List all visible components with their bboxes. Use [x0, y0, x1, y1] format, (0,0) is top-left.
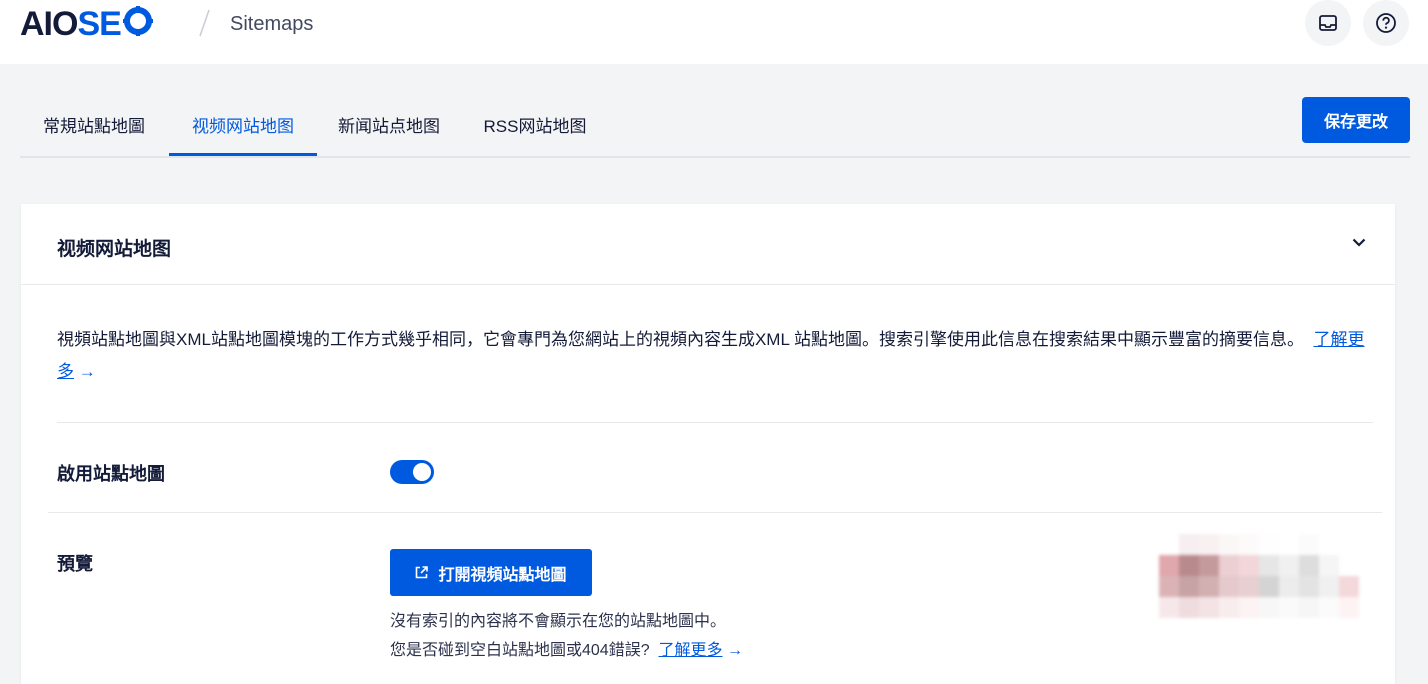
- breadcrumb-separator: [199, 9, 210, 37]
- description-text: 視頻站點地圖與XML站點地圖模塊的工作方式幾乎相同，它會專門為您網站上的視頻內容…: [57, 330, 1304, 349]
- top-bar: AIO SE Sitemaps: [0, 0, 1428, 64]
- enable-sitemap-label: 啟用站點地圖: [57, 464, 165, 484]
- enable-sitemap-toggle[interactable]: [390, 460, 434, 484]
- learn-more-link-2[interactable]: 了解更多: [659, 642, 723, 659]
- open-video-sitemap-label: 打開視頻站點地圖: [438, 566, 567, 584]
- tab-rss-sitemap[interactable]: RSS网站地图: [466, 98, 604, 156]
- tab-general-sitemap[interactable]: 常規站點地圖: [20, 98, 168, 156]
- card-description: 視頻站點地圖與XML站點地圖模塊的工作方式幾乎相同，它會專門為您網站上的視頻內容…: [57, 324, 1367, 388]
- card-header[interactable]: 视频网站地图: [21, 204, 1395, 285]
- preview-label: 預覽: [57, 554, 93, 574]
- logo-text-right: SE: [77, 5, 121, 43]
- blank-sitemap-question: 您是否碰到空白站點地圖或404錯誤?: [390, 642, 650, 659]
- blank-sitemap-note: 您是否碰到空白站點地圖或404錯誤? 了解更多 →: [390, 640, 743, 662]
- divider: [57, 422, 1373, 423]
- inbox-icon: [1319, 15, 1337, 31]
- logo-text-left: AIO: [20, 5, 78, 43]
- arrow-right-icon: →: [78, 362, 96, 381]
- tab-news-sitemap[interactable]: 新闻站点地图: [318, 98, 460, 156]
- no-index-note: 沒有索引的內容將不會顯示在您的站點地圖中。: [390, 613, 727, 630]
- pixelated-region: [1159, 534, 1359, 619]
- notifications-button[interactable]: [1305, 0, 1351, 46]
- toggle-knob: [413, 463, 431, 481]
- gear-icon: [122, 6, 153, 42]
- video-sitemap-card: 视频网站地图 視頻站點地圖與XML站點地圖模塊的工作方式幾乎相同，它會專門為您網…: [21, 204, 1395, 684]
- sitemap-tabs: 常規站點地圖 视频网站地图 新闻站点地图 RSS网站地图: [20, 98, 1410, 158]
- card-title: 视频网站地图: [57, 239, 172, 260]
- tab-video-sitemap[interactable]: 视频网站地图: [169, 98, 317, 156]
- help-icon: [1376, 13, 1396, 33]
- save-changes-button[interactable]: 保存更改: [1302, 97, 1410, 143]
- aioseo-logo[interactable]: AIO SE: [20, 6, 153, 42]
- chevron-down-icon[interactable]: [1351, 234, 1367, 250]
- help-button[interactable]: [1363, 0, 1409, 46]
- divider: [48, 512, 1382, 513]
- open-video-sitemap-button[interactable]: 打開視頻站點地圖: [390, 549, 592, 596]
- breadcrumb[interactable]: Sitemaps: [230, 13, 313, 36]
- arrow-right-icon: →: [726, 642, 743, 659]
- external-link-icon: [416, 566, 429, 579]
